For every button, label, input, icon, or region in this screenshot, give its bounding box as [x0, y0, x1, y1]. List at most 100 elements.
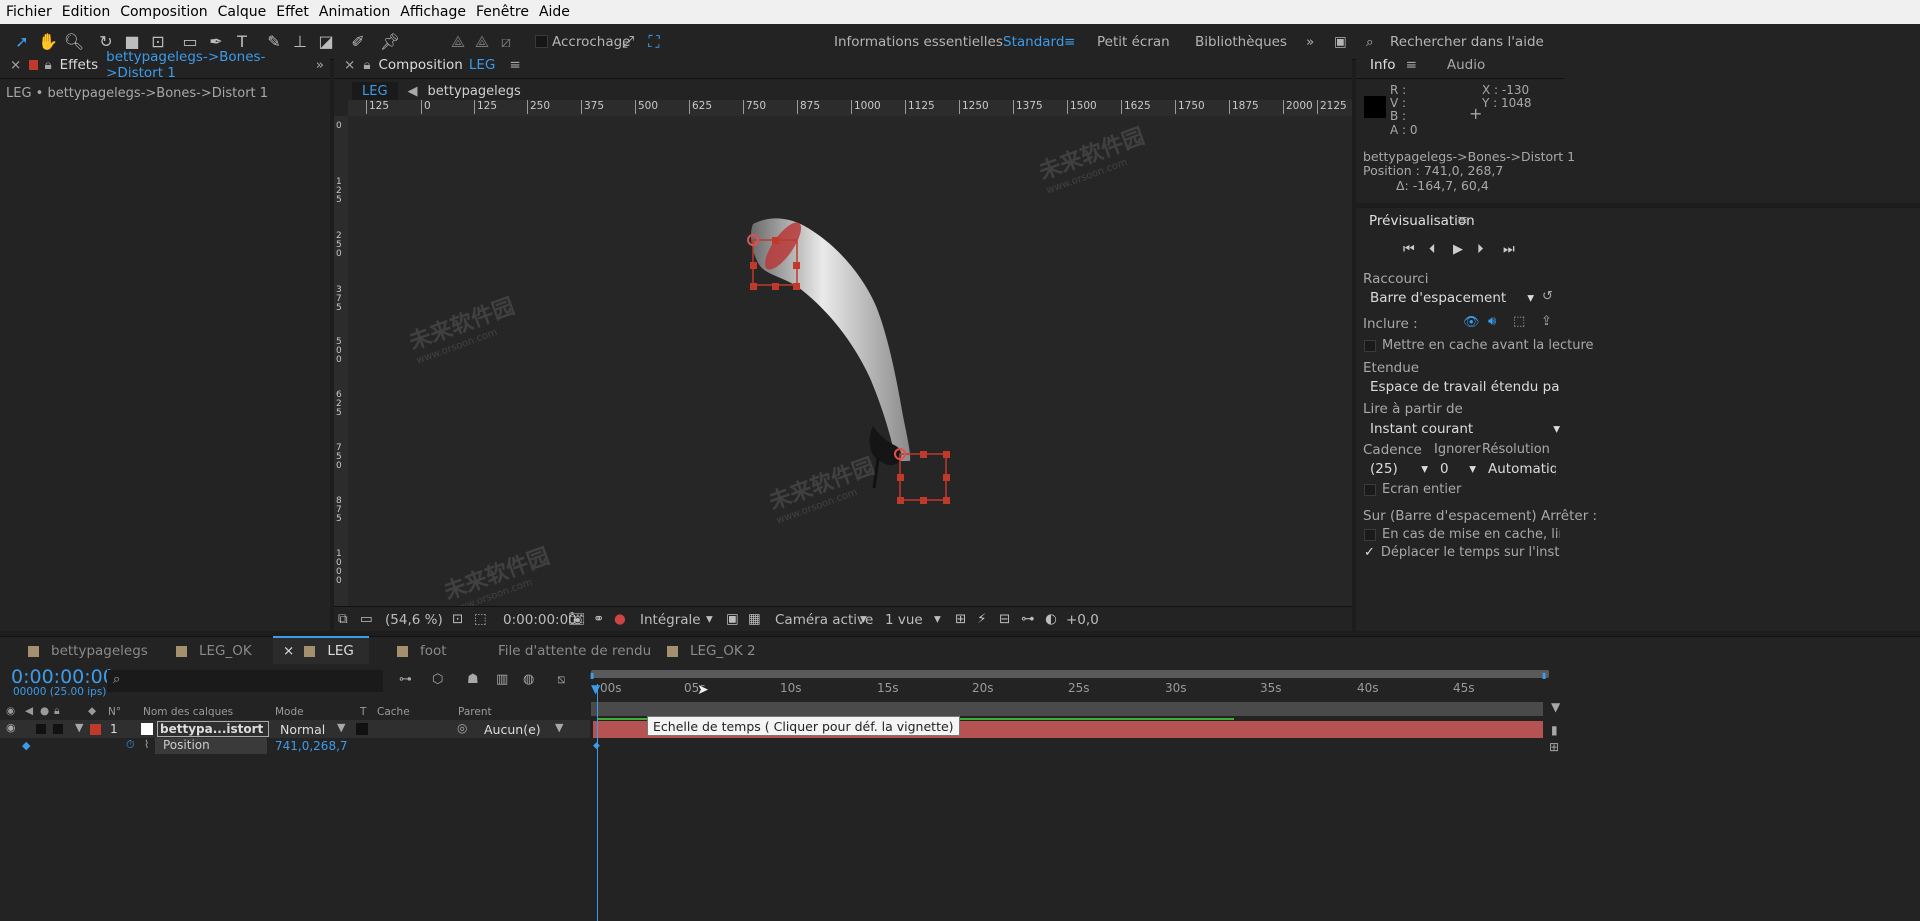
overlays-icon[interactable]: ⬚ — [1513, 314, 1525, 329]
tab-info[interactable]: Info — [1370, 57, 1396, 73]
distort-handle[interactable] — [750, 283, 757, 290]
visibility-eye-icon[interactable]: ◉ — [6, 721, 16, 734]
distort-handle[interactable] — [897, 497, 904, 504]
resolution-dropdown[interactable]: Intégrale — [640, 612, 701, 628]
stopwatch-icon[interactable]: ⏱ — [126, 738, 135, 752]
distort-handle[interactable] — [943, 451, 950, 458]
distort-handle[interactable] — [772, 283, 779, 290]
toggle-pixel-aspect-icon[interactable]: ⊞ — [955, 611, 966, 627]
timeline-icon[interactable]: ⊟ — [999, 611, 1010, 627]
layer-search-input[interactable]: ⌕ — [107, 670, 383, 692]
distort-handle[interactable] — [943, 474, 950, 481]
layer-row[interactable]: ◉ ▼ 1 bettypa...istort 1 Normal ▼ ◎ Aucu… — [0, 720, 590, 738]
workspace-standard[interactable]: Standard — [1003, 34, 1064, 50]
distort-handle[interactable] — [920, 497, 927, 504]
lock-icon[interactable]: 🔒︎ — [363, 57, 370, 73]
prev-frame-icon[interactable]: ⏴ — [1429, 242, 1436, 257]
shortcut-dropdown[interactable]: Barre d'espacement ▾ — [1364, 287, 1534, 309]
chevron-down-icon[interactable]: ▾ — [860, 611, 867, 627]
menu-fenetre[interactable]: Fenêtre — [476, 4, 529, 20]
menu-animation[interactable]: Animation — [319, 4, 390, 20]
region-of-interest-icon[interactable]: ⬚ — [474, 611, 487, 627]
comp-flowchart-icon[interactable]: ⊶ — [399, 672, 412, 687]
motion-blur-icon[interactable]: ◍ — [523, 672, 534, 687]
more-workspaces-icon[interactable]: » — [1306, 34, 1314, 50]
nav-child-comp[interactable]: bettypagelegs — [428, 84, 521, 99]
snapping-checkbox[interactable] — [535, 35, 548, 48]
menu-calque[interactable]: Calque — [218, 4, 267, 20]
menu-aide[interactable]: Aide — [539, 4, 570, 20]
help-search-input[interactable]: Rechercher dans l'aide — [1390, 34, 1544, 50]
shy-layers-icon[interactable]: ☗ — [467, 672, 479, 687]
layer-mode-dropdown[interactable]: Normal — [280, 722, 325, 737]
keyframe-icon[interactable]: ◆ — [593, 741, 600, 751]
transparency-grid-icon[interactable]: ▦ — [748, 611, 761, 627]
horizontal-ruler[interactable]: 125 0 125 250 375 500 625 750 875 1000 1… — [348, 100, 1352, 116]
distort-handle[interactable] — [897, 474, 904, 481]
composition-tab-label[interactable]: Composition — [379, 57, 463, 73]
panel-menu-icon[interactable]: » — [316, 57, 324, 73]
sync-settings-icon[interactable]: ▣ — [1334, 34, 1347, 50]
camera-dropdown[interactable]: Caméra active — [775, 612, 873, 628]
menu-affichage[interactable]: Affichage — [400, 4, 466, 20]
graph-editor-icon[interactable]: ⧅ — [557, 672, 565, 687]
render-queue-tab[interactable]: File d'attente de rendu — [498, 640, 651, 662]
timeline-tab[interactable]: LEG_OK 2 — [667, 640, 756, 662]
resolution-dropdown[interactable]: Automatiq▾ — [1484, 458, 1556, 480]
distort-handle[interactable] — [793, 262, 800, 269]
chevron-down-icon[interactable]: ▾ — [934, 611, 941, 627]
timeline-tab[interactable]: foot — [397, 640, 447, 662]
label-color-chip[interactable] — [90, 724, 101, 735]
next-frame-icon[interactable]: ⏵ — [1477, 242, 1484, 257]
stop-option-1[interactable]: En cas de mise en cache, lire les ... — [1364, 527, 1560, 542]
cache-checkbox[interactable] — [1364, 339, 1376, 352]
timeline-tab-active[interactable]: × LEG — [283, 640, 354, 662]
skip-dropdown[interactable]: 0 ▾ — [1434, 458, 1476, 480]
close-icon[interactable]: × — [344, 57, 355, 73]
timeline-timecode[interactable]: 0:00:00:00 — [11, 666, 115, 688]
nav-arrow-icon[interactable]: ◀ — [408, 84, 418, 99]
search-icon[interactable]: ⌕ — [1366, 34, 1374, 50]
chevron-down-icon[interactable]: ▼ — [555, 721, 563, 734]
fullscreen-option[interactable]: Ecran entier — [1364, 482, 1461, 497]
play-icon[interactable]: ▶ — [1453, 242, 1463, 257]
solo-box[interactable] — [36, 724, 46, 734]
export-icon[interactable]: ⇪ — [1541, 314, 1552, 329]
distort-handle[interactable] — [920, 451, 927, 458]
panel-menu-icon[interactable]: ≡ — [1457, 213, 1468, 228]
views-dropdown[interactable]: 1 vue — [885, 612, 923, 628]
keyframe-nav-icon[interactable]: ◆ — [22, 739, 30, 752]
tab-audio[interactable]: Audio — [1447, 57, 1485, 73]
expand-panel-icon[interactable]: ⊞ — [1549, 740, 1559, 754]
workspace-libraries[interactable]: Bibliothèques — [1195, 34, 1287, 50]
workspace-menu-icon[interactable]: ≡ — [1064, 34, 1075, 50]
distort-handle[interactable] — [750, 262, 757, 269]
range-dropdown[interactable]: Espace de travail étendu par instan▾ — [1364, 376, 1560, 398]
lock-box[interactable] — [53, 724, 63, 734]
lock-icon[interactable]: 🔒︎ — [44, 57, 51, 73]
show-snapshot-icon[interactable]: ⚭ — [593, 611, 604, 627]
stop-option-2[interactable]: ✓Déplacer le temps sur l'instant de... — [1364, 545, 1560, 560]
fast-draft-icon[interactable]: ⚡︎ — [977, 611, 986, 627]
stop-option-1-checkbox[interactable] — [1364, 528, 1376, 541]
draft-3d-icon[interactable]: ⬡ — [432, 672, 443, 687]
current-time-indicator[interactable] — [597, 684, 598, 921]
checkmark-icon[interactable]: ✓ — [1364, 545, 1375, 560]
distort-handle[interactable] — [793, 283, 800, 290]
snapshot-icon[interactable]: 📷︎ — [568, 611, 585, 627]
layer-end-icon[interactable]: ▮ — [1551, 723, 1558, 737]
current-time-field[interactable]: 0:00:00:00 — [503, 612, 577, 628]
panel-menu-icon[interactable]: ≡ — [1406, 57, 1417, 73]
channel-icon[interactable]: ● — [614, 611, 626, 627]
distort-handle[interactable] — [943, 497, 950, 504]
timeline-tab[interactable]: bettypagelegs — [28, 640, 148, 662]
first-frame-icon[interactable]: ⏮ — [1403, 242, 1415, 257]
chevron-down-icon[interactable]: ▼ — [337, 721, 345, 734]
pick-whip-icon[interactable]: ◎ — [457, 721, 467, 735]
work-area-bar[interactable] — [591, 702, 1543, 716]
play-from-dropdown[interactable]: Instant courant ▾ — [1364, 418, 1560, 440]
composition-viewer[interactable]: 未来软件园 www.orsoon.com 未来软件园 www.orsoon.com … — [348, 116, 1352, 617]
time-navigator-bar[interactable] — [591, 670, 1549, 678]
chevron-down-icon[interactable]: ▾ — [706, 611, 713, 627]
cadence-dropdown[interactable]: (25) ▾ — [1364, 458, 1428, 480]
